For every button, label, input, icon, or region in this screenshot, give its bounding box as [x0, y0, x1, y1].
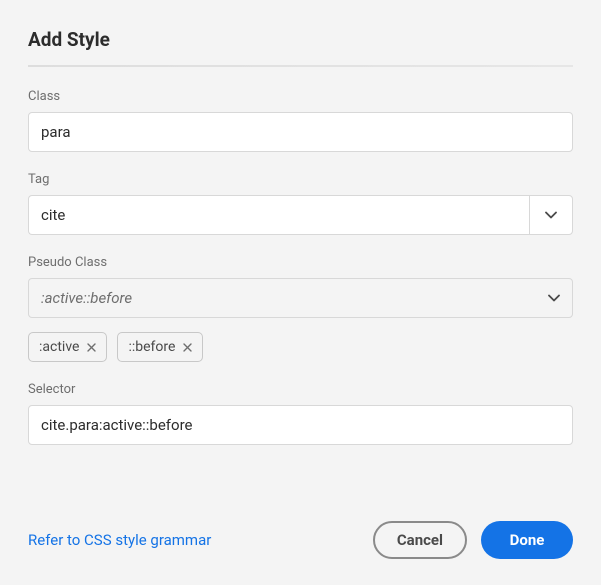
- pseudo-chip: ::before: [117, 332, 203, 362]
- dialog-title: Add Style: [28, 28, 573, 51]
- cancel-button[interactable]: Cancel: [373, 521, 467, 559]
- tag-dropdown-button[interactable]: [529, 195, 573, 235]
- chip-remove-button[interactable]: [183, 343, 192, 352]
- close-icon: [87, 343, 96, 352]
- pseudo-class-dropdown[interactable]: :active::before: [28, 278, 573, 318]
- pseudo-class-label: Pseudo Class: [28, 255, 573, 270]
- chevron-down-icon: [548, 294, 560, 302]
- chip-remove-button[interactable]: [87, 343, 96, 352]
- help-link[interactable]: Refer to CSS style grammar: [28, 531, 211, 549]
- class-input[interactable]: [28, 112, 573, 152]
- pseudo-class-value: :active::before: [41, 289, 132, 307]
- selector-input[interactable]: [28, 405, 573, 445]
- chevron-down-icon: [545, 211, 557, 219]
- tag-input[interactable]: [28, 195, 529, 235]
- done-button[interactable]: Done: [481, 521, 573, 559]
- close-icon: [183, 343, 192, 352]
- chip-label: :active: [39, 339, 79, 355]
- tag-label: Tag: [28, 172, 573, 187]
- pseudo-chip: :active: [28, 332, 107, 362]
- divider: [28, 65, 573, 67]
- selector-label: Selector: [28, 382, 573, 397]
- chip-label: ::before: [128, 339, 175, 355]
- class-label: Class: [28, 89, 573, 104]
